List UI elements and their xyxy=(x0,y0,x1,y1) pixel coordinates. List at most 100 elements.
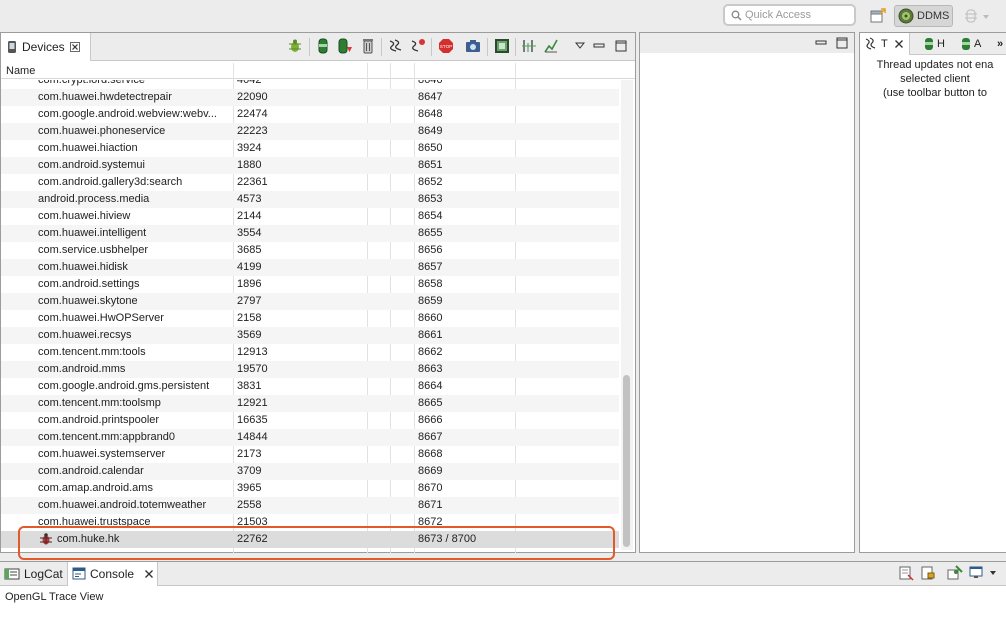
table-row[interactable]: com.google.android.webview:webv... 22474 8… xyxy=(1,106,619,123)
opengl-trace-icon[interactable] xyxy=(542,37,560,55)
start-method-profiling-icon[interactable] xyxy=(409,37,427,55)
process-pid-cell: 16635 xyxy=(237,414,268,426)
more-tabs-chevron-icon[interactable]: » xyxy=(993,33,1003,55)
search-icon xyxy=(731,10,742,21)
maximize-icon[interactable] xyxy=(833,34,851,52)
cause-gc-icon[interactable] xyxy=(359,37,377,55)
process-name-cell: com.google.android.webview:webv... xyxy=(38,108,217,120)
tab-devices[interactable]: Devices xyxy=(1,33,91,61)
table-row[interactable]: com.android.calendar 3709 8669 xyxy=(1,463,619,480)
quick-access-placeholder: Quick Access xyxy=(745,9,812,21)
tab-logcat[interactable]: LogCat xyxy=(0,562,66,586)
systrace-icon[interactable] xyxy=(520,37,538,55)
table-row[interactable]: com.android.gallery3d:search 22361 8652 xyxy=(1,174,619,191)
allocation-icon xyxy=(961,37,971,51)
column-header-name[interactable]: Name xyxy=(6,65,35,77)
table-row[interactable]: com.huawei.intelligent 3554 8655 xyxy=(1,225,619,242)
ddms-perspective-button[interactable]: DDMS xyxy=(894,5,953,27)
stop-process-icon[interactable]: STOP xyxy=(437,37,455,55)
table-row[interactable]: com.huawei.systemserver 2173 8668 xyxy=(1,446,619,463)
table-row[interactable]: com.tencent.mm:toolsmp 12921 8665 xyxy=(1,395,619,412)
view-menu-icon[interactable] xyxy=(571,37,589,55)
table-row[interactable]: com.huawei.HwOPServer 2158 8660 xyxy=(1,310,619,327)
process-port-cell: 8658 xyxy=(418,278,443,290)
table-row[interactable]: com.android.printspooler 16635 8666 xyxy=(1,412,619,429)
maximize-icon[interactable] xyxy=(612,37,630,55)
process-name-cell: com.huawei.intelligent xyxy=(38,227,147,239)
logcat-icon xyxy=(4,567,20,581)
process-pid-cell: 1880 xyxy=(237,159,262,171)
table-row[interactable]: com.service.usbhelper 3685 8656 xyxy=(1,242,619,259)
process-port-cell: 8660 xyxy=(418,312,443,324)
threads-view: T H A » Thread updates not ena selected … xyxy=(859,32,1006,553)
thread-status-message: Thread updates not ena selected client (… xyxy=(860,58,1006,100)
pin-console-icon[interactable] xyxy=(946,564,964,582)
update-threads-icon[interactable] xyxy=(387,37,405,55)
clear-console-icon[interactable] xyxy=(897,564,915,582)
process-name-cell: com.android.calendar xyxy=(38,465,144,477)
process-name-cell: com.service.usbhelper xyxy=(38,244,149,256)
process-name-cell: com.android.systemui xyxy=(38,159,145,171)
table-row[interactable]: com.tencent.mm:appbrand0 14844 8667 xyxy=(1,429,619,446)
dump-hprof-icon[interactable] xyxy=(336,37,354,55)
table-row[interactable]: com.crypt.lord.service 4042 8646 xyxy=(1,80,619,89)
close-icon[interactable] xyxy=(894,39,904,49)
process-port-cell: 8671 xyxy=(418,499,443,511)
tab-heap[interactable]: H xyxy=(920,33,945,55)
debug-process-icon[interactable] xyxy=(286,37,304,55)
process-name-cell: com.tencent.mm:appbrand0 xyxy=(38,431,175,443)
process-port-cell: 8664 xyxy=(418,380,443,392)
quick-access-input[interactable]: Quick Access xyxy=(723,4,856,26)
vertical-scrollbar[interactable] xyxy=(621,80,633,550)
close-icon[interactable] xyxy=(144,569,154,579)
process-port-cell: 8670 xyxy=(418,482,443,494)
table-row[interactable]: com.tencent.mm:tools 12913 8662 xyxy=(1,344,619,361)
scrollbar-thumb[interactable] xyxy=(623,375,630,547)
process-pid-cell: 4573 xyxy=(237,193,262,205)
process-port-cell: 8649 xyxy=(418,125,443,137)
open-perspective-icon[interactable] xyxy=(867,6,889,26)
process-pid-cell: 4042 xyxy=(237,80,262,86)
table-row[interactable]: com.android.settings 1896 8658 xyxy=(1,276,619,293)
process-port-cell: 8659 xyxy=(418,295,443,307)
process-pid-cell: 1896 xyxy=(237,278,262,290)
close-icon[interactable] xyxy=(69,42,80,52)
screen-capture-icon[interactable] xyxy=(464,37,482,55)
minimize-icon[interactable] xyxy=(590,37,608,55)
scroll-lock-icon[interactable] xyxy=(919,564,937,582)
tab-allocation[interactable]: A xyxy=(957,33,981,55)
right-tab-bar: T H A » xyxy=(860,33,1006,55)
table-row[interactable]: com.amap.android.ams 3965 8670 xyxy=(1,480,619,497)
process-port-cell: 8666 xyxy=(418,414,443,426)
process-name-cell: com.huawei.systemserver xyxy=(38,448,166,460)
threads-icon xyxy=(864,37,878,51)
selection-highlight-annotation xyxy=(18,526,615,560)
table-row[interactable]: com.android.systemui 1880 8651 xyxy=(1,157,619,174)
svg-text:STOP: STOP xyxy=(440,44,452,49)
process-port-cell: 8665 xyxy=(418,397,443,409)
table-row[interactable]: com.huawei.android.totemweather 2558 8671 xyxy=(1,497,619,514)
update-heap-icon[interactable] xyxy=(314,37,332,55)
table-row[interactable]: com.huawei.hidisk 4199 8657 xyxy=(1,259,619,276)
debug-perspective-icon[interactable] xyxy=(962,6,992,26)
table-row[interactable]: com.huawei.phoneservice 22223 8649 xyxy=(1,123,619,140)
dump-view-hierarchy-icon[interactable] xyxy=(493,37,511,55)
table-row[interactable]: com.google.android.gms.persistent 3831 866… xyxy=(1,378,619,395)
dropdown-arrow-icon[interactable] xyxy=(984,564,1002,582)
table-row[interactable]: com.android.mms 19570 8663 xyxy=(1,361,619,378)
process-port-cell: 8651 xyxy=(418,159,443,171)
minimize-icon[interactable] xyxy=(812,34,830,52)
process-name-cell: com.crypt.lord.service xyxy=(38,80,145,86)
table-row[interactable]: com.huawei.hwdetectrepair 22090 8647 xyxy=(1,89,619,106)
ddms-label: DDMS xyxy=(917,10,950,22)
table-row[interactable]: com.huawei.hiview 2144 8654 xyxy=(1,208,619,225)
table-row[interactable]: com.huawei.hiaction 3924 8650 xyxy=(1,140,619,157)
heap-icon xyxy=(924,37,934,51)
process-port-cell: 8646 xyxy=(418,80,443,86)
table-row[interactable]: com.huawei.skytone 2797 8659 xyxy=(1,293,619,310)
tab-console[interactable]: Console xyxy=(67,562,158,586)
table-row[interactable]: android.process.media 4573 8653 xyxy=(1,191,619,208)
table-row[interactable]: com.huawei.recsys 3569 8661 xyxy=(1,327,619,344)
process-pid-cell: 14844 xyxy=(237,431,268,443)
tab-threads[interactable]: T xyxy=(860,33,910,55)
